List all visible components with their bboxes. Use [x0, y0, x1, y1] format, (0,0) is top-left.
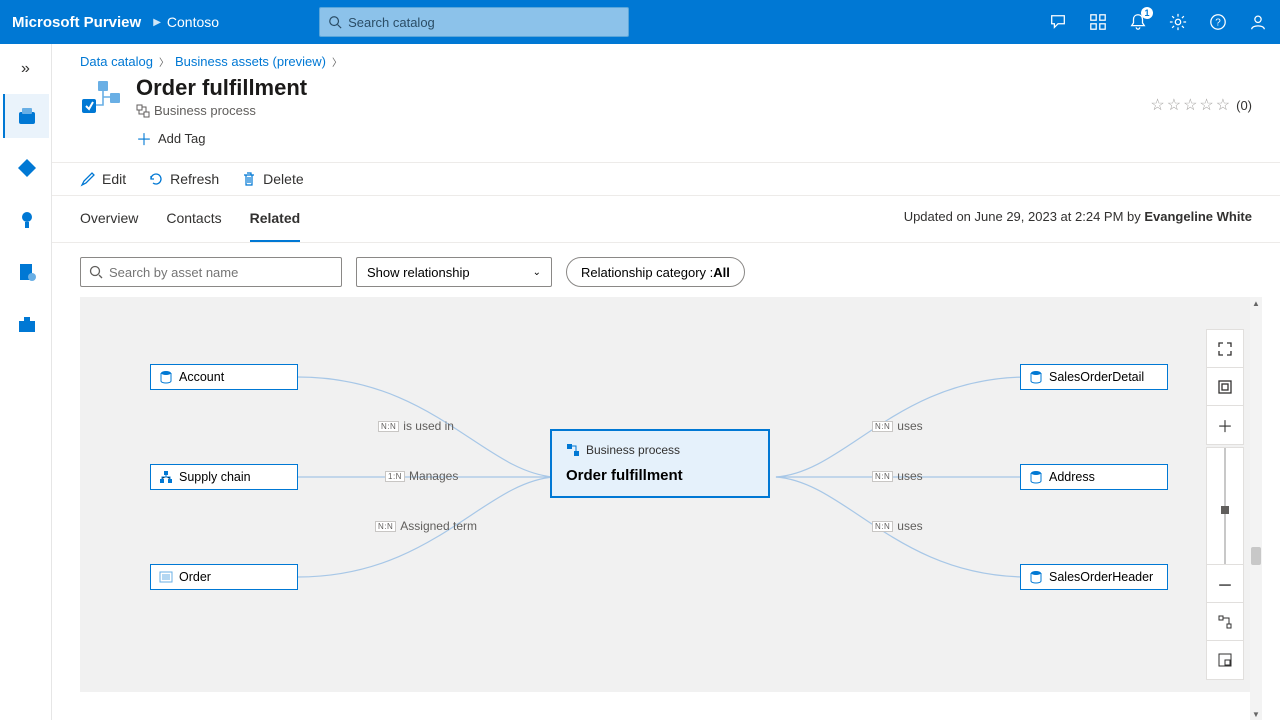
process-icon [136, 104, 150, 118]
catalog-search-input[interactable] [348, 15, 620, 30]
scroll-down-icon[interactable]: ▼ [1250, 708, 1262, 720]
edge-label: N:Nis used in [378, 419, 454, 433]
relationship-canvas[interactable]: Account Supply chain Order N:Nis used in… [80, 297, 1250, 692]
star-icon: ☆ [1150, 95, 1164, 115]
account-icon[interactable] [1248, 12, 1268, 32]
zoom-in-button[interactable]: ＋ [1207, 406, 1243, 444]
tab-contacts[interactable]: Contacts [166, 196, 221, 242]
chevron-right-icon: 〉 [159, 54, 169, 69]
relationship-dropdown[interactable]: Show relationship ⌄ [356, 257, 552, 287]
brand-caret-icon: ▶ [153, 17, 161, 28]
rating[interactable]: ☆☆☆☆☆ (0) [1150, 95, 1252, 115]
nav-expand-icon[interactable]: » [6, 52, 46, 86]
related-node-supply-chain[interactable]: Supply chain [150, 464, 298, 490]
zoom-slider[interactable] [1206, 447, 1244, 577]
star-icon: ☆ [1199, 95, 1213, 115]
star-icon: ☆ [1216, 95, 1230, 115]
asset-subtype: Business process [136, 103, 307, 118]
nav-item-map[interactable] [3, 146, 49, 190]
asset-search[interactable] [80, 257, 342, 287]
crumb-catalog[interactable]: Data catalog [80, 54, 153, 69]
feedback-icon[interactable] [1048, 12, 1068, 32]
database-icon [159, 370, 173, 384]
category-chip[interactable]: Relationship category : All [566, 257, 745, 287]
notification-badge: 1 [1141, 7, 1153, 19]
center-node[interactable]: Business process Order fulfillment [550, 429, 770, 498]
brand: Microsoft Purview [12, 14, 141, 31]
catalog-search[interactable] [319, 7, 629, 37]
refresh-icon [148, 171, 164, 187]
database-icon [1029, 470, 1043, 484]
breadcrumb: Data catalog 〉 Business assets (preview)… [52, 44, 1280, 71]
slider-thumb[interactable] [1221, 506, 1229, 514]
fit-button[interactable] [1207, 368, 1243, 406]
search-icon [89, 265, 103, 279]
tab-related[interactable]: Related [250, 196, 301, 242]
star-icon: ☆ [1183, 95, 1197, 115]
rating-count: (0) [1236, 98, 1252, 113]
scroll-thumb[interactable] [1251, 547, 1261, 565]
process-icon [566, 443, 580, 457]
chevron-right-icon: 〉 [332, 54, 342, 69]
edge-label: N:NAssigned term [375, 519, 477, 533]
delete-button[interactable]: Delete [241, 171, 303, 187]
nav-item-catalog[interactable] [3, 94, 49, 138]
database-icon [1029, 570, 1043, 584]
notifications-icon[interactable]: 1 [1128, 12, 1148, 32]
database-icon [1029, 370, 1043, 384]
add-tag-button[interactable]: ＋ Add Tag [136, 126, 307, 150]
apps-icon[interactable] [1088, 12, 1108, 32]
org-name: Contoso [167, 14, 219, 30]
related-node-order[interactable]: Order [150, 564, 298, 590]
nav-item-insights[interactable] [3, 198, 49, 242]
left-nav: » [0, 44, 52, 720]
search-icon [328, 15, 342, 29]
crumb-business-assets[interactable]: Business assets (preview) [175, 54, 326, 69]
nav-item-policy[interactable] [3, 250, 49, 294]
related-node-address[interactable]: Address [1020, 464, 1168, 490]
tab-overview[interactable]: Overview [80, 196, 138, 242]
hierarchy-icon [159, 470, 173, 484]
edge-label: 1:NManages [385, 469, 458, 483]
refresh-button[interactable]: Refresh [148, 171, 219, 187]
plus-icon: ＋ [136, 126, 152, 150]
settings-icon[interactable] [1168, 12, 1188, 32]
list-icon [159, 570, 173, 584]
business-process-icon [80, 75, 122, 117]
edge-label: N:Nuses [872, 519, 923, 533]
related-node-account[interactable]: Account [150, 364, 298, 390]
edit-button[interactable]: Edit [80, 171, 126, 187]
edit-icon [80, 171, 96, 187]
scrollbar[interactable]: ▲ ▼ [1250, 297, 1262, 720]
nav-item-management[interactable] [3, 302, 49, 346]
zoom-out-button[interactable]: － [1207, 565, 1243, 603]
chevron-down-icon: ⌄ [533, 267, 541, 278]
star-icon: ☆ [1167, 95, 1181, 115]
canvas-tools-lower: － [1206, 564, 1244, 680]
canvas-tools-upper: ＋ [1206, 329, 1244, 445]
asset-search-input[interactable] [109, 265, 333, 280]
svg-text:?: ? [1215, 18, 1221, 29]
updated-text: Updated on June 29, 2023 at 2:24 PM by E… [904, 209, 1252, 230]
scroll-up-icon[interactable]: ▲ [1250, 297, 1262, 309]
edge-label: N:Nuses [872, 469, 923, 483]
help-icon[interactable]: ? [1208, 12, 1228, 32]
minimap-button[interactable] [1207, 641, 1243, 679]
edge-label: N:Nuses [872, 419, 923, 433]
delete-icon [241, 171, 257, 187]
fullscreen-button[interactable] [1207, 330, 1243, 368]
page-title: Order fulfillment [136, 75, 307, 101]
layout-button[interactable] [1207, 603, 1243, 641]
related-node-salesorderheader[interactable]: SalesOrderHeader [1020, 564, 1168, 590]
related-node-salesorderdetail[interactable]: SalesOrderDetail [1020, 364, 1168, 390]
